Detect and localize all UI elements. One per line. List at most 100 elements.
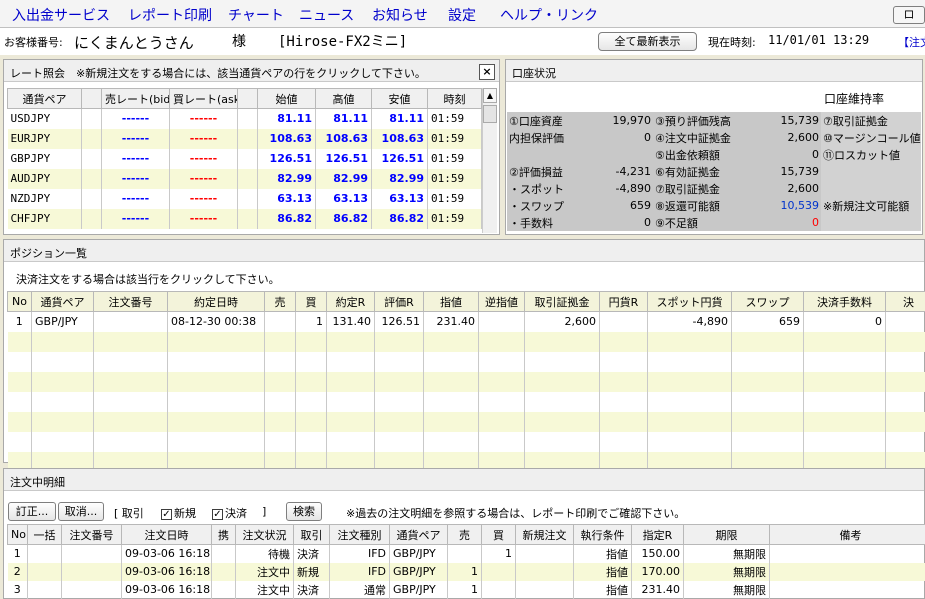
order-col-header[interactable]: 執行条件 xyxy=(573,524,632,545)
menu-report[interactable]: レポート印刷 xyxy=(128,5,212,25)
rate-col-open[interactable]: 始値 xyxy=(257,88,316,109)
edit-order-button[interactable]: 訂正... xyxy=(8,502,56,521)
position-cell xyxy=(326,411,375,432)
filter-settle[interactable]: ✓ 決済 xyxy=(212,505,247,521)
position-cell xyxy=(31,331,94,352)
rate-high: 63.13 xyxy=(315,188,372,209)
position-cell xyxy=(326,371,375,392)
position-col-header[interactable]: 約定R xyxy=(326,291,375,312)
rate-row[interactable]: AUDJPY ------ ------ 82.99 82.99 82.99 01:59 xyxy=(7,168,482,189)
order-col-header[interactable]: 注文日時 xyxy=(121,524,212,545)
rate-col-pair[interactable]: 通貨ペア xyxy=(7,88,82,109)
position-col-header[interactable]: 評価R xyxy=(374,291,424,312)
rate-row[interactable]: USDJPY ------ ------ 81.11 81.11 81.11 01:59 xyxy=(7,108,482,129)
rate-col-ask[interactable]: 買レート(ask) xyxy=(169,88,238,109)
order-cell: 1 xyxy=(447,580,482,599)
position-cell xyxy=(731,411,804,432)
order-cell: 1 xyxy=(481,544,516,563)
order-note-link[interactable]: 【注文 xyxy=(898,34,925,50)
position-cell xyxy=(423,391,479,412)
position-cell xyxy=(803,351,886,372)
logout-button[interactable]: ロ xyxy=(893,6,925,24)
account-cell: 2,600 xyxy=(743,129,821,146)
position-col-header[interactable]: 約定日時 xyxy=(167,291,265,312)
account-cell xyxy=(583,146,653,163)
position-col-header[interactable]: スポット円貨 xyxy=(647,291,732,312)
rate-col-time[interactable]: 時刻 xyxy=(427,88,482,109)
order-col-header[interactable]: 一括 xyxy=(27,524,62,545)
order-col-header[interactable]: 注文状況 xyxy=(235,524,294,545)
order-col-header[interactable]: 注文番号 xyxy=(61,524,122,545)
account-row: ②評価損益 -4,231 ⑥有効証拠金 15,739 xyxy=(507,163,921,180)
rate-col-high[interactable]: 高値 xyxy=(315,88,372,109)
position-cell xyxy=(93,331,168,352)
account-cell xyxy=(507,146,583,163)
menu-notice[interactable]: お知らせ xyxy=(372,5,428,25)
order-col-header[interactable]: 通貨ペア xyxy=(389,524,448,545)
close-icon[interactable]: × xyxy=(479,64,495,80)
position-empty-row xyxy=(7,331,925,352)
position-cell xyxy=(524,391,600,412)
account-panel-title: 口座状況 xyxy=(506,60,922,82)
account-table: ①口座資産 19,970 ③預り評価残高 15,739 ⑦取引証拠金 内担保評価 0 ④注文中… xyxy=(507,112,921,231)
account-panel: 口座状況 口座維持率 ①口座資産 19,970 ③預り評価残高 15,739 ⑦取引証拠… xyxy=(505,59,923,235)
position-col-header[interactable]: 逆指値 xyxy=(478,291,525,312)
order-col-header[interactable]: 新規注文 xyxy=(515,524,574,545)
position-col-header[interactable]: 円貨R xyxy=(599,291,648,312)
cancel-order-button[interactable]: 取消... xyxy=(58,502,104,521)
scroll-thumb[interactable] xyxy=(483,105,497,123)
menu-news[interactable]: ニュース xyxy=(299,5,354,25)
order-col-header[interactable]: 取引 xyxy=(293,524,330,545)
rate-time: 01:59 xyxy=(427,108,482,129)
menu-chart[interactable]: チャート xyxy=(228,5,284,25)
position-col-header[interactable]: 通貨ペア xyxy=(31,291,94,312)
rate-scrollbar[interactable]: ▲ xyxy=(482,88,497,233)
filter-new[interactable]: ✓ 新規 xyxy=(161,505,196,521)
order-col-header[interactable]: 期限 xyxy=(683,524,770,545)
position-cell xyxy=(423,431,479,452)
scroll-up-icon[interactable]: ▲ xyxy=(483,88,497,103)
order-cell xyxy=(481,562,516,581)
position-col-header[interactable]: スワップ xyxy=(731,291,804,312)
rate-row[interactable]: GBPJPY ------ ------ 126.51 126.51 126.51 01:5… xyxy=(7,148,482,169)
order-col-header[interactable]: 指定R xyxy=(631,524,684,545)
rate-high: 82.99 xyxy=(315,168,372,189)
refresh-all-button[interactable]: 全て最新表示 xyxy=(598,32,697,51)
position-cell xyxy=(295,411,327,432)
order-col-header[interactable]: 注文種別 xyxy=(329,524,390,545)
position-row[interactable]: 1 GBP/JPY 08-12-30 00:38 1 131.40 126.51 231.4… xyxy=(7,311,925,332)
rate-row[interactable]: CHFJPY ------ ------ 86.82 86.82 86.82 01:59 xyxy=(7,208,482,229)
position-col-header[interactable]: No xyxy=(7,291,32,312)
order-col-header[interactable]: 買 xyxy=(481,524,516,545)
order-cell xyxy=(211,562,236,581)
menu-help[interactable]: ヘルプ・リンク xyxy=(500,5,598,25)
filter-trade-label: [ 取引 xyxy=(114,507,144,520)
clock-label: 現在時刻: xyxy=(708,36,756,49)
position-col-header[interactable]: 決 xyxy=(885,291,925,312)
account-cell: 2,600 xyxy=(743,180,821,197)
rate-col-low[interactable]: 安値 xyxy=(371,88,428,109)
rate-row[interactable]: EURJPY ------ ------ 108.63 108.63 108.63 01:5… xyxy=(7,128,482,149)
order-row[interactable]: 3 09-03-06 16:18 注文中 決済 通常 GBP/JPY 1 指値 231.40 無期… xyxy=(7,580,925,599)
menu-deposit[interactable]: 入出金サービス xyxy=(12,5,110,25)
position-cell: 1 xyxy=(7,311,32,332)
rate-row[interactable]: NZDJPY ------ ------ 63.13 63.13 63.13 01:59 xyxy=(7,188,482,209)
order-col-header[interactable]: 携 xyxy=(211,524,236,545)
order-row[interactable]: 1 09-03-06 16:18 待機 決済 IFD GBP/JPY 1 指値 150.00 無期… xyxy=(7,544,925,563)
position-col-header[interactable]: 注文番号 xyxy=(93,291,168,312)
checkbox-checked-icon[interactable]: ✓ xyxy=(161,508,172,520)
search-button[interactable]: 検索 xyxy=(286,502,322,521)
position-col-header[interactable]: 売 xyxy=(264,291,296,312)
order-col-header[interactable]: 備考 xyxy=(769,524,925,545)
position-col-header[interactable]: 取引証拠金 xyxy=(524,291,600,312)
position-col-header[interactable]: 指値 xyxy=(423,291,479,312)
menu-settings[interactable]: 設定 xyxy=(448,5,476,25)
order-col-header[interactable]: No xyxy=(7,524,28,545)
position-col-header[interactable]: 決済手数料 xyxy=(803,291,886,312)
order-col-header[interactable]: 売 xyxy=(447,524,482,545)
rate-col-bid[interactable]: 売レート(bid) xyxy=(101,88,170,109)
order-table: No 一括 注文番号 注文日時携注文状況 取引 注文種別 通貨ペア売買新規注文 執行条件 指定R… xyxy=(7,524,925,599)
order-row[interactable]: 2 09-03-06 16:18 注文中 新規 IFD GBP/JPY 1 指値 170.00 無… xyxy=(7,562,925,581)
position-col-header[interactable]: 買 xyxy=(295,291,327,312)
checkbox-checked-icon[interactable]: ✓ xyxy=(212,508,223,520)
